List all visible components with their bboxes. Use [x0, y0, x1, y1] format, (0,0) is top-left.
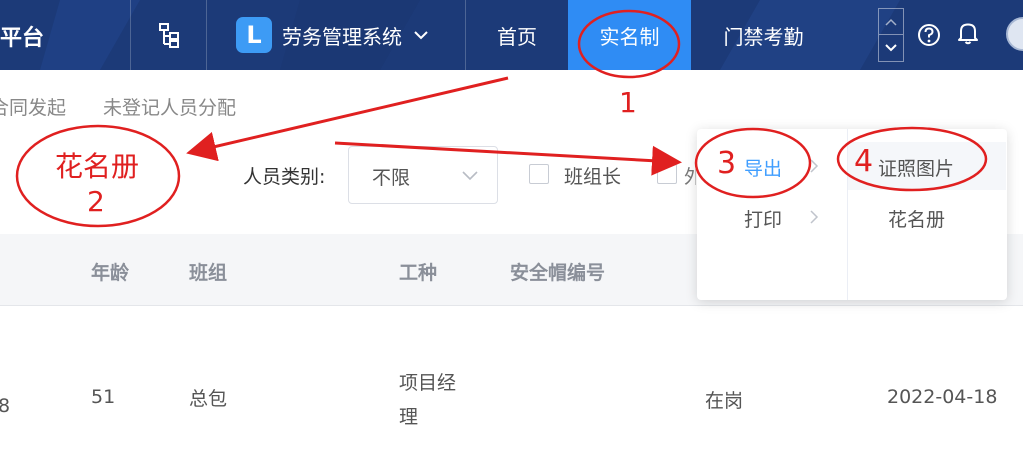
nav-realname[interactable]: 实名制 — [568, 0, 691, 70]
chevron-down-icon — [462, 171, 478, 181]
annotation-label-1: 1 — [619, 86, 637, 119]
nav-scroll-control — [878, 8, 904, 62]
category-select-value: 不限 — [372, 167, 411, 189]
menu-item-export[interactable]: 导出 — [744, 154, 782, 181]
submenu-item-roster[interactable]: 花名册 — [888, 205, 945, 232]
help-icon[interactable] — [916, 22, 942, 48]
org-tree-icon[interactable] — [152, 22, 184, 48]
column-header-helmet-no: 安全帽编号 — [510, 262, 606, 284]
cell-team: 总包 — [189, 388, 228, 410]
chevron-down-icon[interactable] — [879, 35, 903, 61]
chevron-up-icon[interactable] — [879, 9, 903, 35]
filter-checkbox-2-label: 外 — [684, 166, 696, 188]
category-filter-label: 人员类别: — [243, 166, 326, 188]
menu-item-print[interactable]: 打印 — [744, 205, 782, 232]
annotation-label-4: 4 — [854, 144, 874, 179]
annotation-arrow-to-roster — [186, 76, 509, 162]
cell-trade-line2: 理 — [399, 406, 419, 428]
annotation-label-3: 3 — [717, 146, 737, 181]
cell-partial: 8 — [0, 395, 11, 417]
cell-trade-line1: 项目经 — [399, 372, 457, 394]
submenu-item-id-photos[interactable]: 证照图片 — [878, 154, 954, 181]
platform-title: 平台 — [0, 26, 45, 51]
cell-status: 在岗 — [705, 390, 744, 412]
nav-home[interactable]: 首页 — [466, 0, 568, 70]
export-dropdown-menu: 导出 打印 证照图片 花名册 — [697, 129, 1007, 300]
chevron-right-icon — [810, 159, 819, 173]
app-logo-icon: L — [236, 17, 272, 53]
team-leader-checkbox[interactable] — [529, 164, 549, 184]
annotation-label-roster: 花名册 — [55, 150, 140, 183]
subtab-unregistered-allocation[interactable]: 未登记人员分配 — [103, 93, 236, 120]
category-select[interactable]: 不限 — [348, 146, 498, 204]
subtab-contract-initiate[interactable]: 合同发起 — [0, 93, 66, 120]
annotation-label-2: 2 — [87, 185, 105, 218]
team-leader-label: 班组长 — [564, 166, 622, 188]
bell-icon[interactable] — [955, 20, 981, 46]
cell-age: 51 — [91, 386, 116, 408]
chevron-down-icon — [414, 31, 428, 40]
column-header-team: 班组 — [189, 262, 228, 284]
app-name: 劳务管理系统 — [282, 24, 402, 49]
filter-checkbox-2[interactable] — [657, 164, 677, 184]
nav-divider — [130, 0, 131, 70]
nav-divider — [206, 0, 207, 70]
column-header-age: 年龄 — [91, 262, 130, 284]
app-switcher[interactable]: L 劳务管理系统 — [236, 17, 430, 53]
top-navigation-bar: 平台 L 劳务管理系统 首页 实名制 门禁考勤 — [0, 0, 1023, 70]
chevron-right-icon — [810, 210, 819, 224]
nav-access-attendance[interactable]: 门禁考勤 — [691, 0, 836, 70]
column-header-trade: 工种 — [399, 262, 438, 284]
cell-date: 2022-04-18 — [887, 386, 998, 408]
